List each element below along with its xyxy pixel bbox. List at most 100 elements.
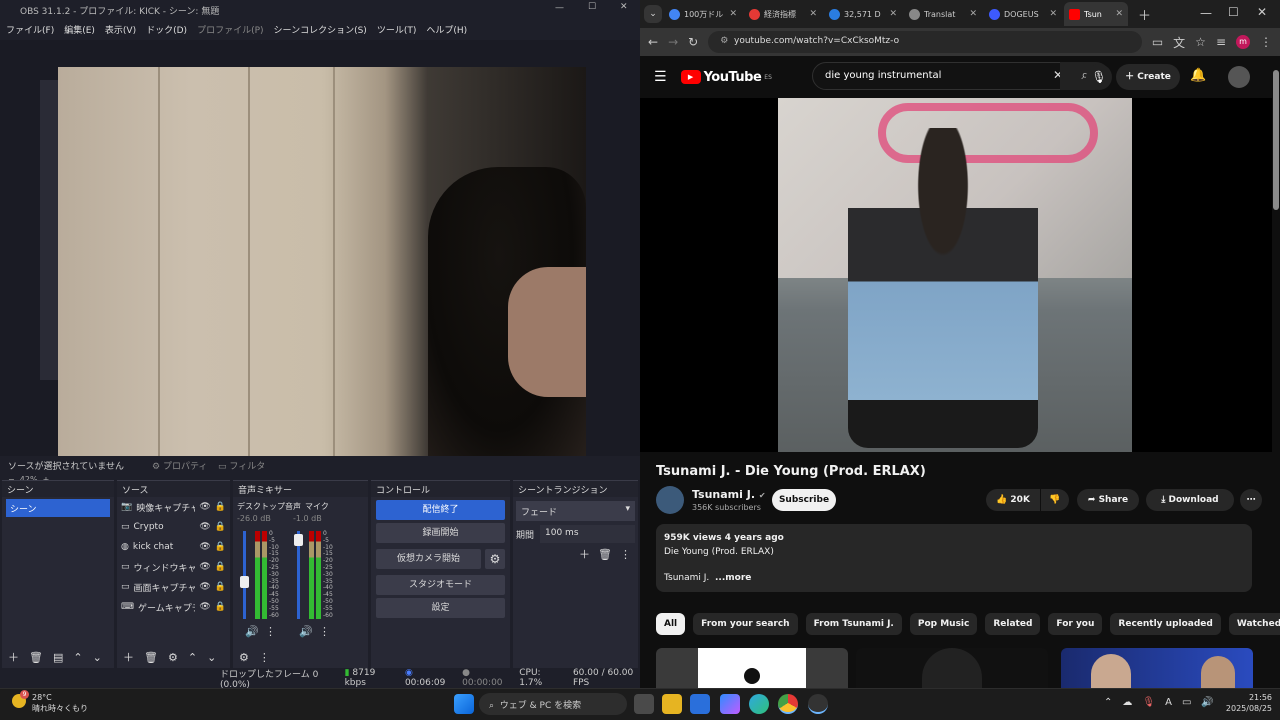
account-avatar[interactable] — [1228, 66, 1250, 88]
new-tab-icon[interactable]: ＋ — [1138, 5, 1151, 24]
arrow-up-icon[interactable]: ⌃ — [188, 652, 197, 663]
add-icon[interactable]: ＋ — [123, 652, 134, 663]
tab-active[interactable]: Tsun ✕ — [1064, 2, 1128, 26]
lock-icon[interactable]: 🔒 — [215, 502, 226, 512]
menu-scene-collection[interactable]: シーンコレクション(S) — [274, 23, 367, 37]
more-vertical-icon[interactable]: ⋮ — [319, 626, 330, 637]
minimize-icon[interactable]: — — [555, 3, 564, 13]
copilot-icon[interactable] — [720, 694, 740, 714]
speaker-icon[interactable]: 🔊 — [245, 626, 259, 637]
channel-name[interactable]: Tsunami J. ✔ — [692, 488, 766, 501]
tab[interactable]: 32,571 D ✕ — [824, 2, 902, 26]
eye-icon[interactable]: 👁 — [199, 602, 210, 612]
maximize-icon[interactable]: ☐ — [588, 2, 596, 12]
chrome-icon[interactable] — [778, 694, 798, 714]
add-icon[interactable]: ＋ — [579, 549, 590, 560]
close-tab-icon[interactable]: ✕ — [969, 9, 977, 19]
menu-tools[interactable]: ツール(T) — [377, 23, 417, 37]
chip-for-you[interactable]: For you — [1048, 613, 1103, 635]
menu-icon[interactable]: ☰ — [654, 69, 667, 85]
close-tab-icon[interactable]: ✕ — [1115, 9, 1123, 19]
more-vertical-icon[interactable]: ⋮ — [1260, 35, 1272, 49]
translate-icon[interactable]: 文 — [1173, 34, 1185, 51]
arrow-up-icon[interactable]: ⌃ — [73, 652, 82, 663]
lock-icon[interactable]: 🔒 — [215, 562, 226, 572]
reload-icon[interactable]: ↻ — [688, 35, 698, 49]
eye-icon[interactable]: 👁 — [199, 542, 210, 552]
close-icon[interactable]: ✕ — [620, 2, 628, 12]
dislike-button[interactable]: 👎 — [1041, 489, 1069, 511]
star-icon[interactable]: ☆ — [1195, 35, 1206, 49]
menu-file[interactable]: ファイル(F) — [6, 23, 54, 37]
recommended-video-thumbnail[interactable] — [1061, 648, 1253, 688]
tab[interactable]: Translat ✕ — [904, 2, 982, 26]
scene-item[interactable]: シーン — [6, 499, 110, 517]
more-vertical-icon[interactable]: ⋮ — [620, 549, 631, 560]
chip-watched[interactable]: Watched — [1228, 613, 1280, 635]
source-item[interactable]: 📷映像キャプチャデ👁🔒 — [117, 497, 230, 517]
stop-streaming-button[interactable]: 配信終了 — [376, 500, 505, 520]
menu-help[interactable]: ヘルプ(H) — [426, 23, 467, 37]
edge-icon[interactable] — [749, 694, 769, 714]
search-input[interactable]: die young instrumental ✕ — [812, 62, 1070, 90]
url-field[interactable]: ⚙ youtube.com/watch?v=CxCksoMtz-o — [708, 31, 1142, 53]
file-explorer-icon[interactable] — [662, 694, 682, 714]
trash-icon[interactable]: 🗑 — [144, 652, 158, 663]
tab-search-icon[interactable]: ⌄ — [644, 5, 662, 23]
eye-icon[interactable]: 👁 — [199, 582, 210, 592]
tab[interactable]: 経済指標 ✕ — [744, 2, 822, 26]
store-icon[interactable] — [690, 694, 710, 714]
desktop-volume-handle[interactable] — [240, 576, 249, 588]
cloud-icon[interactable]: ☁ — [1122, 697, 1132, 708]
scrollbar[interactable] — [1272, 62, 1280, 688]
video-player[interactable] — [640, 98, 1272, 452]
chevron-up-icon[interactable]: ⌃ — [1104, 697, 1112, 708]
filters-button[interactable]: ▭ フィルタ — [218, 459, 265, 472]
youtube-logo[interactable]: ▶ YouTube ES — [680, 70, 772, 85]
download-button[interactable]: ⤓ Download — [1146, 489, 1234, 511]
source-item[interactable]: ▭ Crypto 👁 🔒 — [117, 517, 230, 537]
tab[interactable]: DOGEUS ✕ — [984, 2, 1062, 26]
menu-view[interactable]: 表示(V) — [105, 23, 136, 37]
like-button[interactable]: 👍 20K — [986, 489, 1040, 511]
chip-from-your-search[interactable]: From your search — [693, 613, 798, 635]
taskbar-search[interactable]: ⌕ ウェブ & PC を検索 — [479, 693, 627, 715]
chip-from-channel[interactable]: From Tsunami J. — [805, 613, 902, 635]
filter-icon[interactable]: ▤ — [53, 652, 63, 663]
trash-icon[interactable]: 🗑 — [29, 652, 43, 663]
arrow-down-icon[interactable]: ⌄ — [207, 652, 216, 663]
gear-icon[interactable]: ⚙ — [485, 549, 505, 569]
subscribe-button[interactable]: Subscribe — [772, 489, 836, 511]
add-icon[interactable]: ＋ — [8, 652, 19, 663]
transition-select[interactable]: フェード ▾ — [516, 501, 635, 521]
duration-input[interactable]: 100 ms — [540, 525, 635, 543]
preview-canvas[interactable]: − 42% + — [0, 40, 640, 484]
show-more-link[interactable]: ...more — [715, 573, 751, 583]
close-tab-icon[interactable]: ✕ — [889, 9, 897, 19]
trash-icon[interactable]: 🗑 — [598, 549, 612, 560]
description-box[interactable]: 959K views 4 years ago Die Young (Prod. … — [656, 524, 1252, 592]
weather-widget[interactable]: 9 28°C 晴れ時々くもり — [12, 690, 88, 714]
start-virtual-camera-button[interactable]: 仮想カメラ開始 — [376, 549, 481, 569]
forward-icon[interactable]: → — [668, 35, 678, 49]
microphone-icon[interactable]: 🎙 — [1142, 697, 1155, 708]
properties-button[interactable]: ⚙ プロパティ — [152, 459, 207, 472]
advanced-audio-icon[interactable]: ⚙ — [239, 652, 249, 663]
more-actions-button[interactable]: ⋯ — [1240, 489, 1262, 511]
recommended-video-thumbnail[interactable] — [856, 648, 1048, 688]
start-icon[interactable] — [454, 694, 474, 714]
chip-related[interactable]: Related — [985, 613, 1041, 635]
eye-icon[interactable]: 👁 — [199, 502, 210, 512]
display-icon[interactable]: ▭ — [1182, 697, 1191, 708]
source-item[interactable]: ▭ウィンドウキャプ👁🔒 — [117, 557, 230, 577]
close-tab-icon[interactable]: ✕ — [1049, 9, 1057, 19]
more-vertical-icon[interactable]: ⋮ — [259, 652, 270, 663]
description-channel[interactable]: Tsunami J. — [664, 573, 709, 583]
arrow-down-icon[interactable]: ⌄ — [93, 652, 102, 663]
obs-icon[interactable] — [808, 694, 828, 714]
menu-profile[interactable]: プロファイル(P) — [197, 23, 263, 37]
cast-icon[interactable]: ▭ — [1152, 35, 1163, 49]
recommended-video-thumbnail[interactable] — [656, 648, 848, 688]
close-icon[interactable]: ✕ — [1257, 5, 1267, 19]
mic-icon[interactable]: 🎙 — [1086, 64, 1112, 90]
